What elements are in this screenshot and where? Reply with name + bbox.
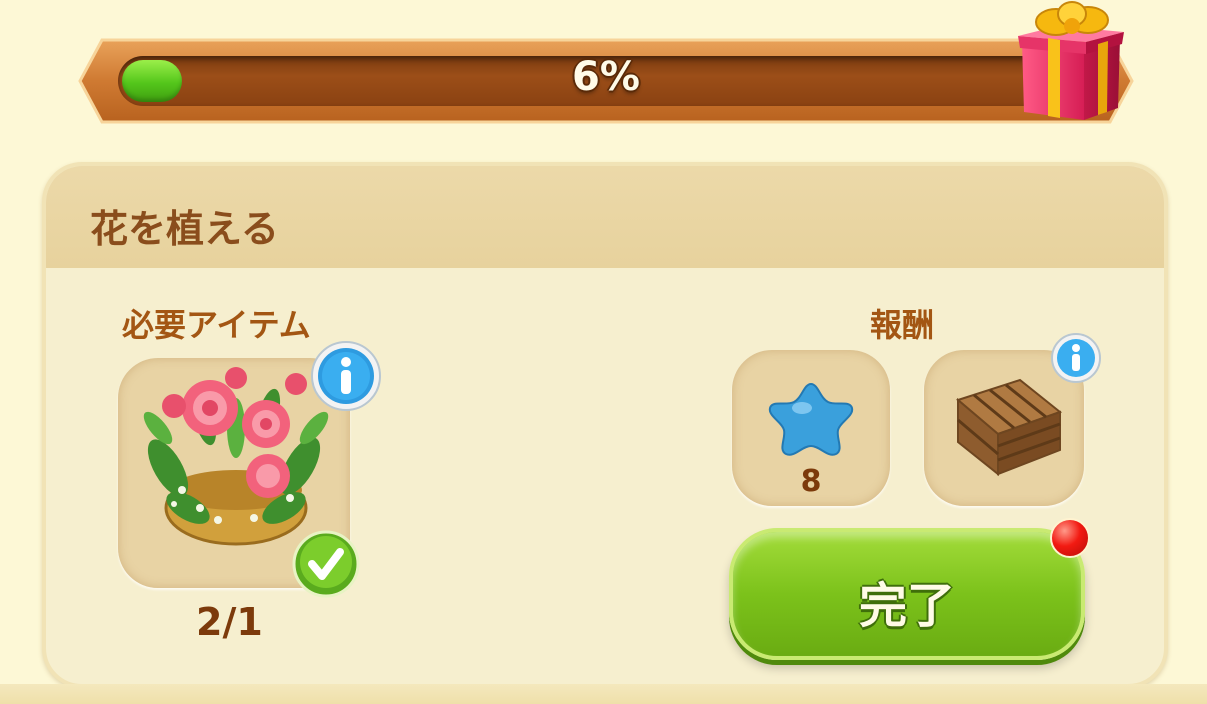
bottom-strip <box>0 684 1207 704</box>
reward-star-amount: 8 <box>800 464 822 499</box>
task-header: 花を植える <box>46 166 1164 268</box>
complete-button[interactable]: 完了 <box>729 528 1085 660</box>
complete-button-label: 完了 <box>858 578 955 634</box>
progress-bar: 6% <box>76 36 1136 126</box>
required-items-label: 必要アイテム <box>122 306 311 344</box>
progress-percent: 6% <box>572 54 640 100</box>
check-icon <box>292 530 360 602</box>
rewards-label: 報酬 <box>870 306 935 344</box>
required-item-count: 2/1 <box>196 600 263 644</box>
task-title: 花を植える <box>90 207 279 251</box>
reward-slot-star[interactable]: 8 <box>732 350 890 506</box>
gift-box-icon[interactable] <box>1012 0 1132 125</box>
red-dot-icon <box>1050 518 1090 558</box>
task-panel: 花を植える 必要アイテム 2/1 報酬 8 完了 <box>42 162 1168 688</box>
info-icon[interactable] <box>310 340 382 416</box>
reward-info-icon[interactable] <box>1050 332 1102 388</box>
